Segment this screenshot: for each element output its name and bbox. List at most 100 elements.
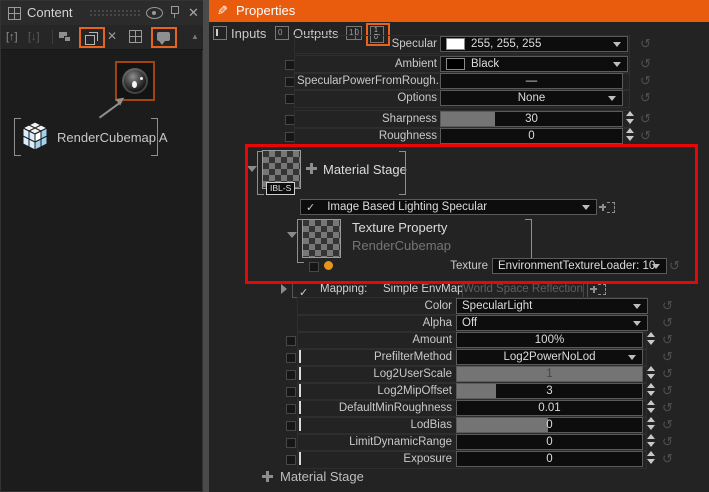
property-value: Off [462,316,477,330]
property-checkbox[interactable] [286,455,296,465]
property-label: Roughness [297,128,437,144]
property-label: Log2MipOffset [306,383,452,399]
spinner-control[interactable] [646,417,657,431]
reset-icon[interactable] [661,333,674,347]
alpha-dropdown[interactable]: Off [456,315,648,331]
spinner-control[interactable] [625,128,636,142]
property-checkbox[interactable] [286,353,296,363]
reset-icon[interactable] [661,401,674,415]
log2mipoffset-slider[interactable]: 3 [456,383,643,399]
spinner-control[interactable] [646,434,657,448]
checkmark-icon[interactable] [306,201,315,214]
reset-icon[interactable] [661,435,674,449]
snap-icon[interactable] [59,32,67,38]
texture-property-thumbnail[interactable] [302,219,341,258]
mapping-mode[interactable]: Simple EnvMap [383,283,464,295]
pin-icon[interactable] [169,6,179,18]
texture-property-expander[interactable] [287,232,297,238]
roughness-slider[interactable]: 0 [440,128,623,144]
group-bracket-right [399,151,406,195]
collapse-panel-icon[interactable]: ▲ [191,32,199,41]
close-icon[interactable]: ✕ [188,6,199,19]
import-icon[interactable]: [↑] [6,29,18,45]
property-checkbox[interactable] [286,438,296,448]
reset-icon[interactable] [661,350,674,364]
log2userscale-slider[interactable]: 1 [456,366,643,382]
reset-icon[interactable] [639,74,652,88]
mapping-row: Mapping: Simple EnvMap World Space Refle… [209,281,709,298]
spinner-control[interactable] [646,400,657,414]
reset-icon[interactable] [639,37,652,51]
property-checkbox[interactable] [286,421,296,431]
reset-icon[interactable] [639,91,652,105]
ambient-dropdown[interactable]: Black [440,56,628,72]
amount-slider[interactable]: 100% [456,332,643,348]
specular-dropdown[interactable]: 255, 255, 255 [440,36,628,52]
mapping-alt-mode[interactable]: World Space Reflection [462,281,584,298]
reset-icon[interactable] [661,316,674,330]
reset-icon[interactable] [661,452,674,466]
slider-fill [441,112,495,126]
mapping-expander[interactable] [281,284,287,294]
properties-panel-header: ✎ Properties [209,0,709,22]
property-label: Ambient [297,56,437,72]
exposure-slider[interactable]: 0 [456,451,643,467]
eye-icon[interactable] [146,7,163,19]
reset-icon[interactable] [668,259,681,273]
reset-icon[interactable] [661,418,674,432]
property-checkbox[interactable] [286,404,296,414]
property-value: — [526,74,538,88]
reset-icon[interactable] [661,384,674,398]
grid-view-icon[interactable] [129,30,142,43]
reset-icon[interactable] [661,367,674,381]
property-value: 3 [546,384,552,398]
comment-icon[interactable] [157,32,170,41]
chevron-down-icon [652,264,660,269]
property-checkbox[interactable] [309,262,319,272]
property-value: 255, 255, 255 [471,37,541,51]
drag-grip[interactable] [89,9,141,17]
reset-icon[interactable] [639,112,652,126]
stage-type-dropdown[interactable]: Image Based Lighting Specular [300,199,597,215]
specularpower-field[interactable]: — [440,73,623,89]
property-label: PrefilterMethod [306,349,452,365]
chevron-down-icon [628,355,636,360]
chevron-down-icon [582,205,590,210]
property-checkbox[interactable] [286,387,296,397]
reset-icon[interactable] [639,129,652,143]
spinner-control[interactable] [646,366,657,380]
content-panel-header: Content ✕ [1,1,204,26]
color-dropdown[interactable]: SpecularLight [456,298,648,314]
defaultminroughness-slider[interactable]: 0.01 [456,400,643,416]
reset-icon[interactable] [661,299,674,313]
property-value: EnvironmentTextureLoader: 10 [498,259,655,273]
application-window: Content ✕ [↑] [↓] ✕ ▲ [0,0,709,492]
property-row-limitdynamicrange: LimitDynamicRange 0 [209,434,709,451]
spinner-control[interactable] [646,451,657,465]
property-checkbox[interactable] [286,370,296,380]
sharpness-slider[interactable]: 30 [440,111,623,127]
add-material-stage-button[interactable]: Material Stage [209,469,709,487]
expand-all-icon[interactable]: ✕ [107,30,117,42]
layers-icon[interactable] [85,35,95,45]
lodbias-slider[interactable]: 0 [456,417,643,433]
spinner-control[interactable] [646,332,657,346]
spinner-control[interactable] [625,111,636,125]
property-row-log2mipoffset: Log2MipOffset 3 [209,383,709,400]
prefiltermethod-dropdown[interactable]: Log2PowerNoLod [456,349,643,365]
property-label: Color [306,298,452,314]
texture-dropdown[interactable]: EnvironmentTextureLoader: 10 [492,258,667,274]
connect-icon[interactable] [590,283,606,295]
property-checkbox[interactable] [286,336,296,346]
spinner-control[interactable] [646,383,657,397]
options-dropdown[interactable]: None [440,90,623,106]
property-row-options: Options None [209,90,709,107]
reset-icon[interactable] [639,57,652,71]
connect-icon[interactable] [599,201,615,213]
annotation-orange-box-comment [151,27,177,48]
material-stage-expander[interactable] [247,166,257,172]
export-icon[interactable]: [↓] [28,29,40,45]
limitdynamicrange-slider[interactable]: 0 [456,434,643,450]
content-canvas[interactable]: RenderCubemap A [1,49,204,492]
slider-fill [457,418,548,432]
